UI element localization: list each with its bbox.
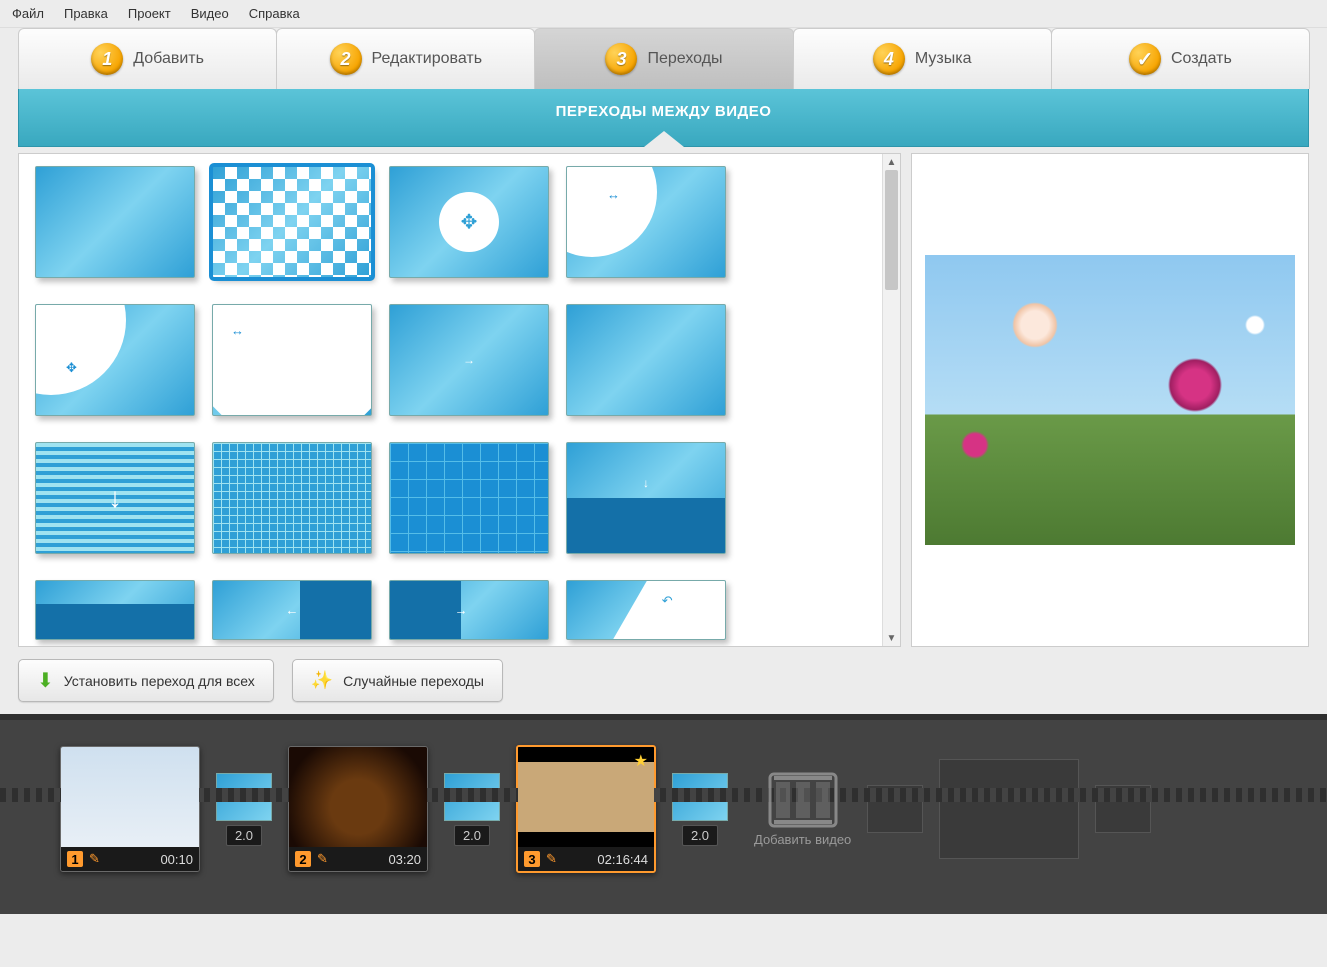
tab-add[interactable]: 1 Добавить [18, 28, 277, 89]
clip-index: 1 [67, 851, 83, 867]
download-arrow-icon: ⬇ [37, 668, 54, 693]
clip-duration: 02:16:44 [597, 852, 648, 867]
scroll-down-icon[interactable]: ▼ [883, 630, 900, 646]
section-title: ПЕРЕХОДЫ МЕЖДУ ВИДЕО [556, 103, 772, 120]
transition-thumb[interactable] [566, 304, 726, 416]
transitions-gallery [19, 154, 882, 646]
tab-badge-1-icon: 1 [91, 43, 123, 75]
menu-project[interactable]: Проект [128, 6, 171, 21]
transition-chip-icon [216, 773, 272, 821]
transition-thumb[interactable] [566, 580, 726, 640]
clip-duration: 00:10 [160, 852, 193, 867]
transition-thumb[interactable] [389, 580, 549, 640]
menu-file[interactable]: Файл [12, 6, 44, 21]
tab-transitions[interactable]: 3 Переходы [534, 28, 793, 89]
clip-index: 3 [524, 851, 540, 867]
star-icon: ★ [634, 751, 648, 771]
pencil-icon[interactable]: ✎ [546, 851, 557, 867]
transition-chip-icon [672, 773, 728, 821]
transition-thumb[interactable] [566, 442, 726, 554]
transition-thumb[interactable] [389, 442, 549, 554]
preview-image [925, 255, 1295, 545]
timeline-placeholder-transition [867, 785, 923, 833]
timeline-placeholder-clip [939, 759, 1079, 859]
timeline-placeholder-transition [1095, 785, 1151, 833]
transition-duration: 2.0 [454, 825, 490, 846]
clip-index: 2 [295, 851, 311, 867]
timeline-clip[interactable]: 2 ✎ 03:20 [288, 746, 428, 872]
tab-badge-check-icon: ✓ [1129, 43, 1161, 75]
tab-badge-2-icon: 2 [330, 43, 362, 75]
menubar: Файл Правка Проект Видео Справка [0, 0, 1327, 28]
clip-thumbnail: ★ [518, 747, 654, 847]
transition-thumb[interactable] [566, 166, 726, 278]
transition-thumb[interactable] [35, 580, 195, 640]
add-video-label: Добавить видео [754, 832, 851, 847]
clip-info-bar: 2 ✎ 03:20 [289, 847, 427, 871]
timeline-transition[interactable]: 2.0 [444, 773, 500, 846]
transition-thumb[interactable] [212, 580, 372, 640]
clip-info-bar: 3 ✎ 02:16:44 [518, 847, 654, 871]
menu-help[interactable]: Справка [249, 6, 300, 21]
pencil-icon[interactable]: ✎ [89, 851, 100, 867]
timeline: 1 ✎ 00:10 2.0 2 ✎ 03:20 2.0 ★ 3 ✎ 02:16:… [0, 714, 1327, 914]
clip-duration: 03:20 [388, 852, 421, 867]
action-row: ⬇ Установить переход для всех ✨ Случайны… [0, 647, 1327, 714]
random-transitions-button[interactable]: ✨ Случайные переходы [292, 659, 503, 702]
tab-label: Создать [1171, 50, 1232, 68]
tab-label: Переходы [647, 50, 722, 68]
timeline-transition[interactable]: 2.0 [672, 773, 728, 846]
timeline-clip[interactable]: 1 ✎ 00:10 [60, 746, 200, 872]
button-label: Случайные переходы [343, 673, 484, 689]
gallery-scrollbar[interactable]: ▲ ▼ [882, 154, 900, 646]
tab-edit[interactable]: 2 Редактировать [276, 28, 535, 89]
menu-video[interactable]: Видео [191, 6, 229, 21]
timeline-clip[interactable]: ★ 3 ✎ 02:16:44 [516, 745, 656, 873]
scroll-thumb[interactable] [885, 170, 898, 290]
tab-badge-3-icon: 3 [605, 43, 637, 75]
timeline-transition[interactable]: 2.0 [216, 773, 272, 846]
wand-icon: ✨ [311, 670, 333, 691]
transition-thumb[interactable] [389, 304, 549, 416]
transition-thumb[interactable] [35, 166, 195, 278]
section-header: ПЕРЕХОДЫ МЕЖДУ ВИДЕО [18, 89, 1309, 147]
scroll-up-icon[interactable]: ▲ [883, 154, 900, 170]
tab-music[interactable]: 4 Музыка [793, 28, 1052, 89]
transition-thumb[interactable] [212, 442, 372, 554]
tab-label: Музыка [915, 50, 972, 68]
filmstrip-icon [768, 772, 838, 828]
transition-duration: 2.0 [682, 825, 718, 846]
transitions-panel: ▲ ▼ [18, 153, 901, 647]
transition-thumb[interactable] [35, 442, 195, 554]
preview-panel [911, 153, 1309, 647]
apply-all-button[interactable]: ⬇ Установить переход для всех [18, 659, 274, 702]
step-tabs: 1 Добавить 2 Редактировать 3 Переходы 4 … [0, 28, 1327, 89]
clip-thumbnail [289, 747, 427, 847]
transition-chip-icon [444, 773, 500, 821]
content-row: ▲ ▼ [18, 147, 1309, 647]
transition-duration: 2.0 [226, 825, 262, 846]
add-video-button[interactable]: Добавить видео [754, 772, 851, 847]
transition-thumb[interactable] [389, 166, 549, 278]
tab-badge-4-icon: 4 [873, 43, 905, 75]
button-label: Установить переход для всех [64, 673, 255, 689]
clip-info-bar: 1 ✎ 00:10 [61, 847, 199, 871]
clip-thumbnail [61, 747, 199, 847]
tab-create[interactable]: ✓ Создать [1051, 28, 1310, 89]
transition-thumb[interactable] [212, 304, 372, 416]
tab-label: Добавить [133, 50, 204, 68]
transition-thumb[interactable] [212, 166, 372, 278]
transition-thumb[interactable] [35, 304, 195, 416]
tab-label: Редактировать [372, 50, 483, 68]
menu-edit[interactable]: Правка [64, 6, 108, 21]
pencil-icon[interactable]: ✎ [317, 851, 328, 867]
